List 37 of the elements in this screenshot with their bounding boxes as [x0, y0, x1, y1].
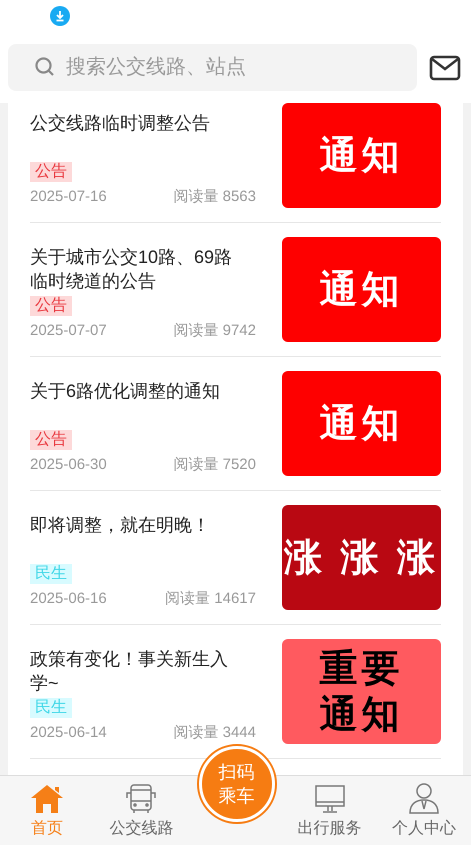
- thumbnail-text: 通知: [320, 692, 404, 738]
- news-title[interactable]: 公交线路临时调整公告: [30, 111, 256, 135]
- monitor-icon: [312, 783, 347, 815]
- thumbnail-text: 通知: [320, 134, 404, 178]
- read-count: 阅读量 9742: [173, 320, 256, 340]
- read-count: 阅读量 7520: [173, 454, 256, 474]
- news-title[interactable]: 关于城市公交10路、69路临时绕道的公告: [30, 245, 256, 293]
- news-date: 2025-06-30: [30, 454, 107, 474]
- person-icon: [406, 781, 441, 815]
- news-tag: 民生: [30, 564, 72, 584]
- nav-tab[interactable]: 个人中心: [376, 776, 471, 845]
- news-date: 2025-07-16: [30, 186, 107, 206]
- thumbnail-text: 重要: [320, 646, 404, 692]
- bus-icon: [124, 783, 158, 815]
- read-count: 阅读量 8563: [173, 186, 256, 206]
- thumbnail-text: 通知: [320, 268, 404, 312]
- thumbnail-text: 涨 涨 涨: [284, 536, 440, 580]
- news-tag: 民生: [30, 698, 72, 718]
- news-date: 2025-06-16: [30, 588, 107, 608]
- mail-icon[interactable]: [429, 54, 461, 80]
- news-date: 2025-06-14: [30, 722, 107, 742]
- thumbnail-text: 通知: [320, 402, 404, 446]
- read-count: 阅读量 3444: [173, 722, 256, 742]
- news-title[interactable]: 关于6路优化调整的通知: [30, 379, 256, 403]
- news-tag: 公告: [30, 162, 72, 182]
- search-icon: [34, 56, 56, 78]
- news-tag: 公告: [30, 430, 72, 450]
- read-count: 阅读量 14617: [165, 588, 256, 608]
- home-icon: [29, 783, 66, 815]
- news-date: 2025-07-07: [30, 320, 107, 340]
- search-field[interactable]: 搜索公交线路、站点: [8, 44, 417, 91]
- download-icon: [50, 6, 70, 26]
- nav-tab[interactable]: 出行服务: [282, 776, 377, 845]
- news-tag: 公告: [30, 296, 72, 316]
- nav-tab[interactable]: 公交线路: [94, 776, 188, 845]
- news-title[interactable]: 即将调整，就在明晚！: [30, 513, 256, 537]
- news-title[interactable]: 政策有变化！事关新生入学~: [30, 647, 256, 695]
